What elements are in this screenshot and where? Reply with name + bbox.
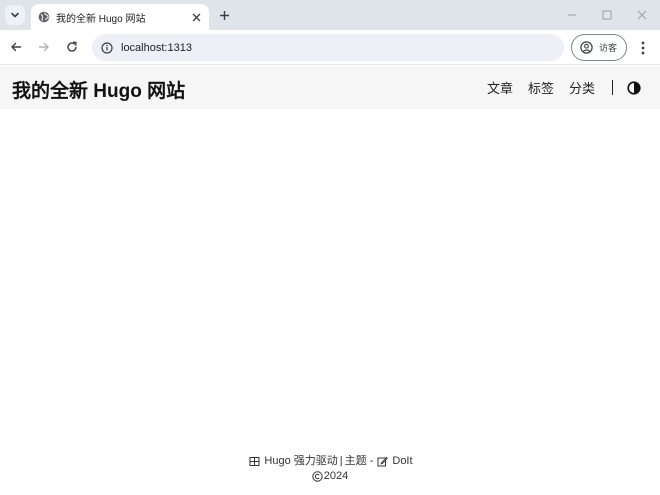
close-window-icon[interactable] — [635, 8, 649, 22]
reload-icon[interactable] — [63, 38, 81, 56]
footer-copyright-line: 2024 — [0, 469, 660, 484]
tab-title: 我的全新 Hugo 网站 — [56, 13, 146, 25]
nav-tags-link[interactable]: 标签 — [528, 78, 554, 97]
copyright-year: 2024 — [323, 470, 349, 482]
url-text: localhost:1313 — [121, 41, 192, 54]
globe-icon — [38, 11, 50, 23]
address-bar[interactable]: localhost:1313 — [92, 34, 564, 61]
close-tab-icon[interactable] — [189, 10, 203, 24]
site-nav: 文章 标签 分类 — [487, 66, 660, 109]
new-tab-plus-icon[interactable] — [217, 8, 231, 22]
tab-search-button[interactable] — [5, 5, 25, 25]
nav-divider — [612, 80, 613, 95]
guest-profile-icon — [580, 41, 593, 54]
tab-strip: 我的全新 Hugo 网站 — [0, 0, 660, 30]
site-info-icon[interactable] — [100, 41, 114, 55]
copyright-icon — [312, 471, 323, 482]
footer-separator: | — [339, 455, 343, 467]
back-arrow-icon[interactable] — [7, 38, 25, 56]
site-header: 我的全新 Hugo 网站 文章 标签 分类 — [0, 66, 660, 109]
maximize-icon[interactable] — [600, 8, 614, 22]
theme-link[interactable]: DoIt — [392, 454, 412, 469]
profile-label: 访客 — [599, 43, 618, 53]
nav-posts-link[interactable]: 文章 — [487, 78, 513, 97]
page-viewport: 我的全新 Hugo 网站 文章 标签 分类 Hugo 强力驱动 | 主题 - D… — [0, 66, 660, 495]
profile-button[interactable]: 访客 — [571, 34, 627, 61]
minimize-icon[interactable] — [565, 8, 579, 22]
site-logo-link[interactable]: 我的全新 Hugo 网站 — [12, 76, 185, 103]
footer-powered-line: Hugo 强力驱动 | 主题 - DoIt — [0, 454, 660, 469]
edit-icon — [377, 456, 389, 467]
forward-arrow-icon[interactable] — [35, 38, 53, 56]
browser-toolbar: localhost:1313 访客 — [0, 30, 660, 65]
hugo-link[interactable]: Hugo 强力驱动 — [264, 454, 337, 469]
chevron-down-icon — [11, 12, 19, 18]
theme-switch-icon[interactable] — [627, 80, 641, 95]
theme-prefix: 主题 - — [344, 455, 374, 467]
site-footer: Hugo 强力驱动 | 主题 - DoIt 2024 — [0, 454, 660, 484]
browser-tab[interactable]: 我的全新 Hugo 网站 — [31, 4, 209, 30]
server-icon — [249, 456, 260, 467]
more-menu-icon[interactable] — [636, 39, 650, 57]
nav-categories-link[interactable]: 分类 — [569, 78, 595, 97]
